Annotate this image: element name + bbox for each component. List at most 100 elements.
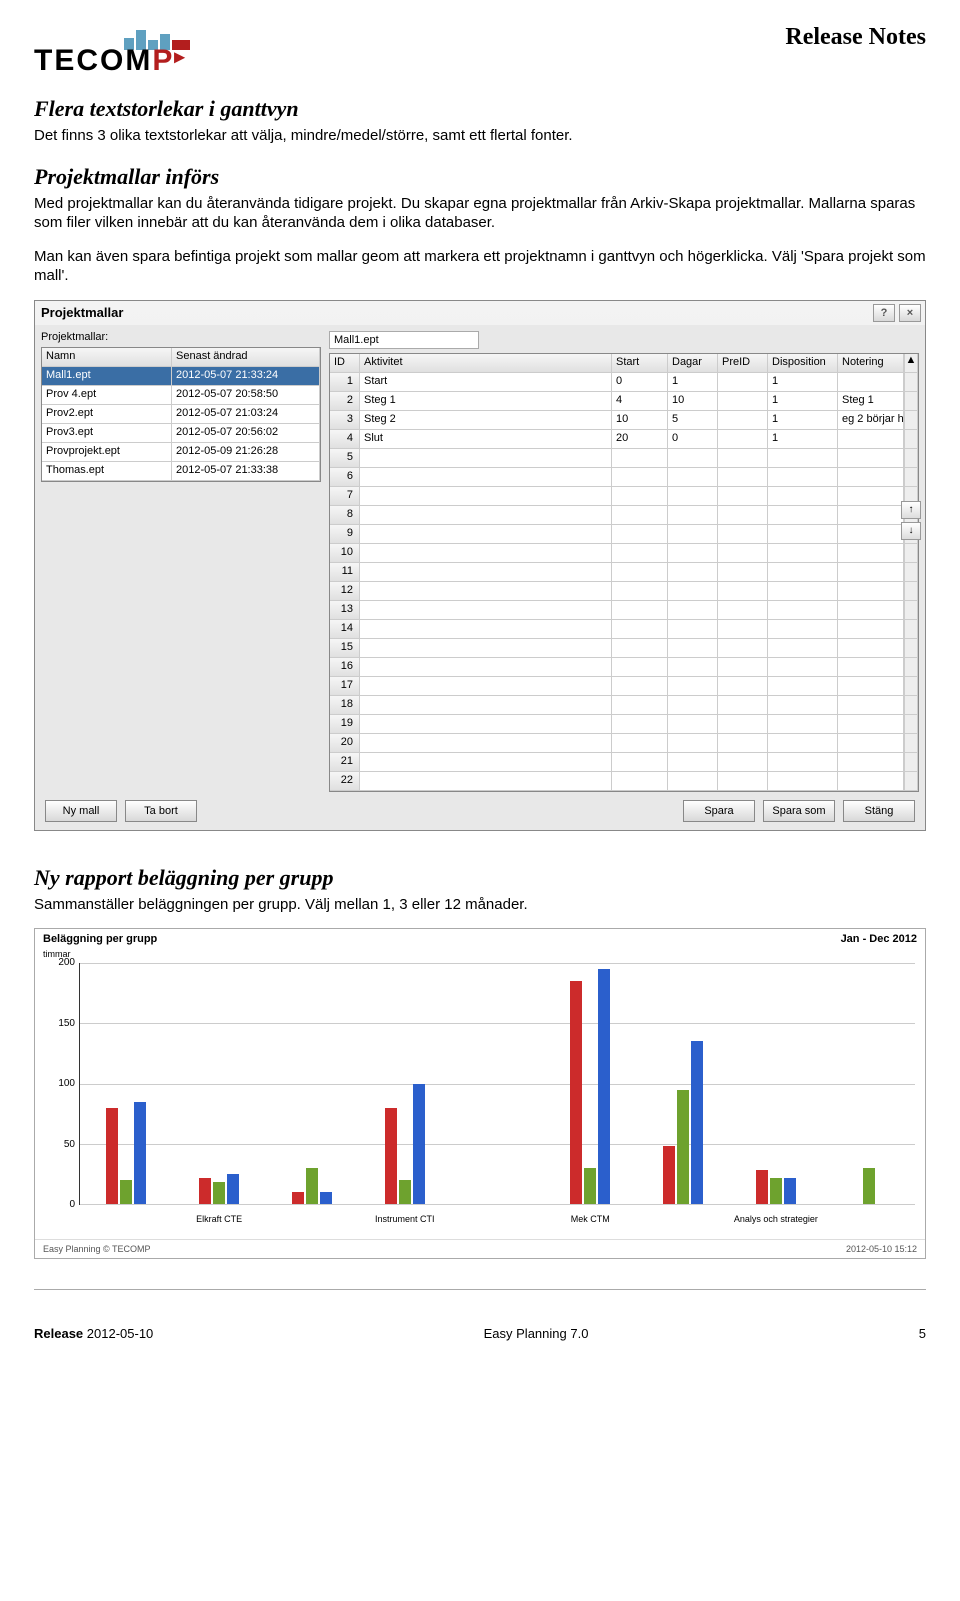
- table-row[interactable]: 10: [330, 544, 918, 563]
- table-row[interactable]: 16: [330, 658, 918, 677]
- body-paragraph: Man kan även spara befintiga projekt som…: [34, 247, 926, 286]
- chart-title: Beläggning per grupp: [43, 933, 157, 945]
- section-heading: Projektmallar införs: [34, 164, 926, 190]
- footer-page: 5: [919, 1326, 926, 1341]
- table-row[interactable]: 19: [330, 715, 918, 734]
- table-row[interactable]: 12: [330, 582, 918, 601]
- scroll-up-button[interactable]: ▲: [904, 354, 918, 373]
- footer-product: Easy Planning 7.0: [484, 1326, 589, 1341]
- chart-bar: [399, 1180, 411, 1204]
- chart-bar: [106, 1108, 118, 1204]
- move-down-button[interactable]: ↓: [901, 522, 921, 540]
- column-header[interactable]: Start: [612, 354, 668, 373]
- chart-bar: [320, 1192, 332, 1204]
- table-row[interactable]: 18: [330, 696, 918, 715]
- delete-button[interactable]: Ta bort: [125, 800, 197, 822]
- chart-bar: [134, 1102, 146, 1204]
- activity-grid[interactable]: IDAktivitetStartDagarPreIDDispositionNot…: [329, 353, 919, 792]
- y-tick-label: 50: [51, 1139, 75, 1150]
- body-paragraph: Med projektmallar kan du återanvända tid…: [34, 194, 926, 233]
- table-row[interactable]: Prov3.ept2012-05-07 20:56:02: [42, 424, 320, 443]
- chart-bar: [584, 1168, 596, 1204]
- table-row[interactable]: Thomas.ept2012-05-07 21:33:38: [42, 462, 320, 481]
- y-tick-label: 150: [51, 1018, 75, 1029]
- chart-group: Mek CTM: [544, 963, 637, 1204]
- body-paragraph: Sammanställer beläggningen per grupp. Vä…: [34, 895, 926, 915]
- logo-text-1: TECOM: [34, 44, 152, 77]
- help-button[interactable]: ?: [873, 304, 895, 322]
- body-paragraph: Det finns 3 olika textstorlekar att välj…: [34, 126, 926, 146]
- chart-footer-right: 2012-05-10 15:12: [846, 1244, 917, 1254]
- table-row[interactable]: 20: [330, 734, 918, 753]
- x-tick-label: Instrument CTI: [358, 1214, 451, 1224]
- table-row[interactable]: 1Start011: [330, 373, 918, 392]
- table-row[interactable]: 2Steg 14101Steg 1: [330, 392, 918, 411]
- table-row[interactable]: 7: [330, 487, 918, 506]
- table-row[interactable]: 11: [330, 563, 918, 582]
- table-row[interactable]: Mall1.ept2012-05-07 21:33:24: [42, 367, 320, 386]
- chart-bar: [863, 1168, 875, 1204]
- chart-bar: [199, 1178, 211, 1205]
- table-row[interactable]: 17: [330, 677, 918, 696]
- chart-bar: [784, 1178, 796, 1205]
- chart-bar: [292, 1192, 304, 1204]
- save-as-button[interactable]: Spara som: [763, 800, 835, 822]
- column-header[interactable]: Dagar: [668, 354, 718, 373]
- section-heading: Flera textstorlekar i ganttvyn: [34, 96, 926, 122]
- chart-bar: [570, 981, 582, 1204]
- column-header[interactable]: Aktivitet: [360, 354, 612, 373]
- move-up-button[interactable]: ↑: [901, 501, 921, 519]
- table-row[interactable]: 22: [330, 772, 918, 791]
- table-row[interactable]: 6: [330, 468, 918, 487]
- column-header[interactable]: Namn: [42, 348, 172, 367]
- template-name-field[interactable]: [329, 331, 479, 349]
- chart-group: Analys och strategier: [729, 963, 822, 1204]
- chart-group: Elkraft CTE: [173, 963, 266, 1204]
- save-button[interactable]: Spara: [683, 800, 755, 822]
- projektmallar-dialog: Projektmallar ? × Projektmallar: NamnSen…: [34, 300, 926, 831]
- left-label: Projektmallar:: [41, 331, 321, 343]
- close-button[interactable]: ×: [899, 304, 921, 322]
- chart-group: Instrument CTI: [358, 963, 451, 1204]
- new-template-button[interactable]: Ny mall: [45, 800, 117, 822]
- table-row[interactable]: Prov 4.ept2012-05-07 20:58:50: [42, 386, 320, 405]
- table-row[interactable]: Prov2.ept2012-05-07 21:03:24: [42, 405, 320, 424]
- table-row[interactable]: 13: [330, 601, 918, 620]
- close-dialog-button[interactable]: Stäng: [843, 800, 915, 822]
- chart-bar: [756, 1170, 768, 1204]
- column-header[interactable]: ID: [330, 354, 360, 373]
- table-row[interactable]: 14: [330, 620, 918, 639]
- table-row[interactable]: 15: [330, 639, 918, 658]
- chart-bar: [413, 1084, 425, 1205]
- chart-bar: [227, 1174, 239, 1204]
- chart-group: [266, 963, 359, 1204]
- table-row[interactable]: 8: [330, 506, 918, 525]
- table-row[interactable]: 21: [330, 753, 918, 772]
- column-header[interactable]: Disposition: [768, 354, 838, 373]
- belaggning-chart: Beläggning per grupp Jan - Dec 2012 timm…: [34, 928, 926, 1259]
- chart-bar: [120, 1180, 132, 1204]
- chart-group: [822, 963, 915, 1204]
- column-header[interactable]: Senast ändrad: [172, 348, 320, 367]
- logo-text-accent: P: [152, 44, 174, 77]
- column-header[interactable]: PreID: [718, 354, 768, 373]
- table-row[interactable]: 5: [330, 449, 918, 468]
- table-row[interactable]: Provprojekt.ept2012-05-09 21:26:28: [42, 443, 320, 462]
- x-tick-label: Elkraft CTE: [173, 1214, 266, 1224]
- footer-release: Release 2012-05-10: [34, 1326, 153, 1341]
- table-row[interactable]: 3Steg 21051eg 2 börjar h: [330, 411, 918, 430]
- y-tick-label: 200: [51, 957, 75, 968]
- chart-bar: [306, 1168, 318, 1204]
- chart-footer-left: Easy Planning © TECOMP: [43, 1244, 151, 1254]
- y-tick-label: 0: [51, 1199, 75, 1210]
- template-list-grid[interactable]: NamnSenast ändradMall1.ept2012-05-07 21:…: [41, 347, 321, 482]
- column-header[interactable]: Notering: [838, 354, 904, 373]
- chart-bar: [770, 1178, 782, 1205]
- chart-group: [80, 963, 173, 1204]
- chart-group: [637, 963, 730, 1204]
- chart-bar: [677, 1090, 689, 1204]
- table-row[interactable]: 9: [330, 525, 918, 544]
- chart-period: Jan - Dec 2012: [841, 933, 917, 945]
- chart-bar: [598, 969, 610, 1204]
- table-row[interactable]: 4Slut2001: [330, 430, 918, 449]
